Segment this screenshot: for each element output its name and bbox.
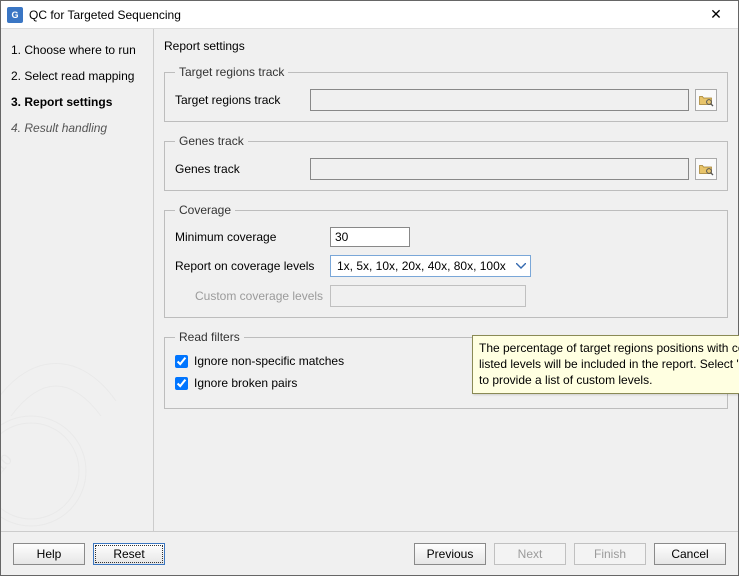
group-legend: Genes track [175, 134, 248, 148]
checkbox-label: Ignore broken pairs [194, 376, 297, 390]
custom-levels-input [330, 285, 526, 307]
min-coverage-label: Minimum coverage [175, 230, 330, 244]
wizard-step-1[interactable]: 1. Choose where to run [5, 37, 149, 63]
folder-search-icon [698, 161, 714, 177]
browse-genes-button[interactable] [695, 158, 717, 180]
close-button[interactable]: ✕ [694, 1, 738, 29]
next-button: Next [494, 543, 566, 565]
dialog-footer: Help Reset Previous Next Finish Cancel [1, 531, 738, 575]
group-legend: Target regions track [175, 65, 288, 79]
svg-text:0110: 0110 [1, 451, 16, 488]
step-label: Choose where to run [24, 43, 135, 57]
page-title: Report settings [164, 39, 728, 53]
wizard-step-3[interactable]: 3. Report settings [5, 89, 149, 115]
combo-value: 1x, 5x, 10x, 20x, 40x, 80x, 100x [331, 259, 512, 273]
wizard-sidebar: 1. Choose where to run 2. Select read ma… [1, 29, 154, 531]
browse-target-button[interactable] [695, 89, 717, 111]
step-number: 4. [11, 121, 21, 135]
main-panel: Report settings Target regions track Tar… [154, 29, 738, 531]
dialog-body: 1. Choose where to run 2. Select read ma… [1, 29, 738, 531]
genes-track-input[interactable] [310, 158, 689, 180]
coverage-levels-combo[interactable]: 1x, 5x, 10x, 20x, 40x, 80x, 100x [330, 255, 531, 277]
dialog-window: G QC for Targeted Sequencing ✕ 1. Choose… [0, 0, 739, 576]
previous-button[interactable]: Previous [414, 543, 486, 565]
cancel-button[interactable]: Cancel [654, 543, 726, 565]
genes-track-label: Genes track [175, 162, 310, 176]
group-legend: Read filters [175, 330, 244, 344]
target-track-label: Target regions track [175, 93, 310, 107]
coverage-levels-tooltip: The percentage of target regions positio… [472, 335, 739, 394]
step-label: Report settings [24, 95, 112, 109]
wizard-step-2[interactable]: 2. Select read mapping [5, 63, 149, 89]
checkbox-label: Ignore non-specific matches [194, 354, 344, 368]
step-number: 2. [11, 69, 21, 83]
help-button[interactable]: Help [13, 543, 85, 565]
app-icon: G [7, 7, 23, 23]
step-number: 1. [11, 43, 21, 57]
group-target-regions: Target regions track Target regions trac… [164, 65, 728, 122]
folder-search-icon [698, 92, 714, 108]
window-title: QC for Targeted Sequencing [29, 8, 694, 22]
coverage-levels-label: Report on coverage levels [175, 259, 330, 273]
finish-button: Finish [574, 543, 646, 565]
group-legend: Coverage [175, 203, 235, 217]
group-coverage: Coverage Minimum coverage Report on cove… [164, 203, 728, 318]
min-coverage-input[interactable] [330, 227, 410, 247]
reset-button[interactable]: Reset [93, 543, 165, 565]
custom-levels-label: Custom coverage levels [175, 289, 330, 303]
step-label: Select read mapping [24, 69, 134, 83]
wizard-step-4[interactable]: 4. Result handling [5, 115, 149, 141]
group-genes-track: Genes track Genes track [164, 134, 728, 191]
ignore-nonspecific-checkbox[interactable] [175, 355, 188, 368]
target-track-input[interactable] [310, 89, 689, 111]
titlebar: G QC for Targeted Sequencing ✕ [1, 1, 738, 29]
close-icon: ✕ [710, 6, 722, 23]
chevron-down-icon [512, 256, 530, 276]
step-label: Result handling [24, 121, 107, 135]
ignore-broken-pairs-checkbox[interactable] [175, 377, 188, 390]
step-number: 3. [11, 95, 21, 109]
watermark-graphic: 011010 0110 [1, 291, 154, 531]
